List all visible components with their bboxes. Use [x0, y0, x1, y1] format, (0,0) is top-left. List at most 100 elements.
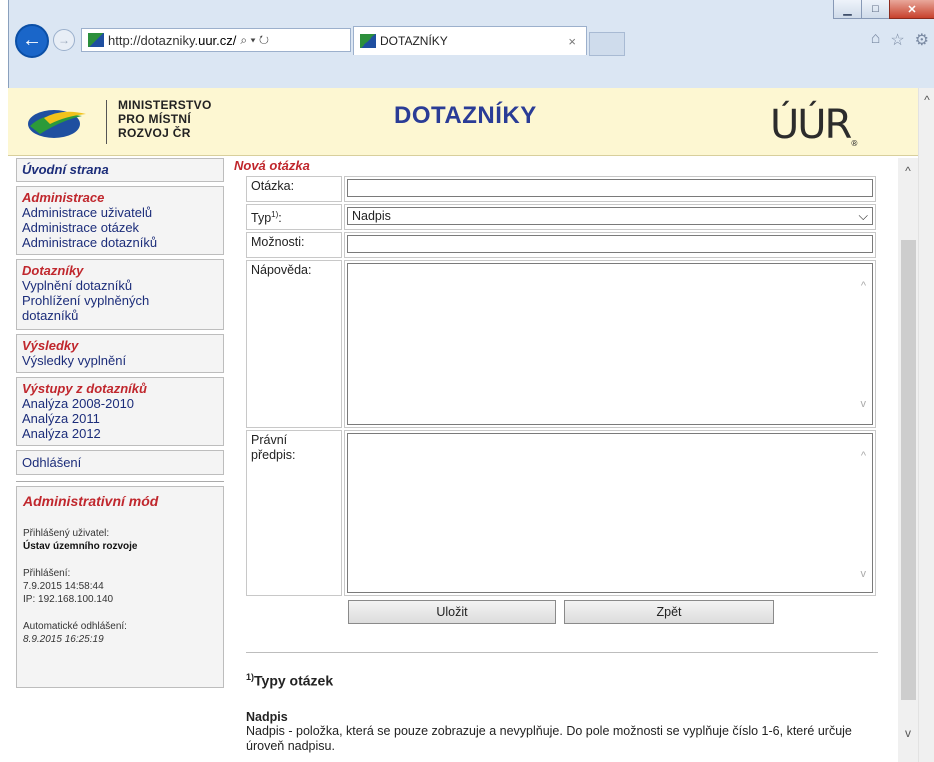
chevron-down-icon: ⌵: [858, 208, 868, 223]
scroll-up-icon[interactable]: ^: [919, 92, 934, 108]
textarea2-scroll-down-icon[interactable]: v: [861, 568, 867, 580]
forward-button[interactable]: →: [53, 29, 75, 51]
uur-logo-text: ÚÚR: [770, 102, 852, 148]
url-domain: uur.cz/: [198, 32, 237, 48]
logo-divider: [106, 100, 107, 144]
typ-selected-value: Nadpis: [352, 209, 391, 223]
address-bar[interactable]: http://dotazniky. uur.cz/ ⌕ ▾ ↻: [81, 28, 351, 52]
moznosti-input[interactable]: [347, 235, 873, 253]
auto-logout-time: 8.9.2015 16:25:19: [23, 633, 217, 646]
site-header: MINISTERSTVO PRO MÍSTNÍ ROZVOJ ČR DOTAZN…: [8, 88, 918, 156]
url-host: http://dotazniky.: [108, 32, 199, 48]
napoveda-cell: ^ v: [344, 260, 876, 428]
tab-favicon-icon: [360, 34, 376, 48]
pravni-predpis-label: Právní předpis:: [246, 430, 342, 596]
back-button[interactable]: ←: [15, 24, 49, 58]
content-scroll-up-icon[interactable]: ^: [900, 164, 916, 178]
typ-cell: Nadpis ⌵: [344, 204, 876, 230]
sidebar-section-administrace: Administrace Administrace uživatelů Admi…: [16, 186, 224, 255]
pravni-label-line-2: předpis:: [251, 448, 296, 462]
page-title: DOTAZNÍKY: [394, 102, 537, 129]
textarea-scroll-up-icon[interactable]: ^: [861, 280, 866, 292]
auto-logout-label: Automatické odhlášení:: [23, 621, 127, 632]
save-button[interactable]: Uložit: [348, 600, 556, 624]
browser-tab[interactable]: DOTAZNÍKY ×: [353, 26, 587, 55]
textarea2-scroll-up-icon[interactable]: ^: [861, 450, 866, 462]
sidebar-item-admin-questionnaires[interactable]: Administrace dotazníků: [22, 235, 218, 250]
moznosti-label: Možnosti:: [246, 232, 342, 258]
tab-label: DOTAZNÍKY: [380, 34, 448, 48]
search-icon[interactable]: ⌕: [240, 33, 247, 47]
moznosti-cell: [344, 232, 876, 258]
types-heading: 1)Typy otázek: [246, 672, 333, 689]
navigation-bar: ← → http://dotazniky. uur.cz/ ⌕ ▾ ↻ DOTAZ…: [15, 22, 929, 58]
typ-select[interactable]: Nadpis ⌵: [347, 207, 873, 225]
sidebar-item-admin-questions[interactable]: Administrace otázek: [22, 220, 218, 235]
sidebar-heading-dotazniky: Dotazníky: [22, 263, 84, 278]
sidebar-item-home[interactable]: Úvodní strana: [22, 162, 109, 177]
ministry-line-2: PRO MÍSTNÍ: [118, 112, 192, 126]
sidebar-item-analysis-2008-2010[interactable]: Analýza 2008-2010: [22, 396, 218, 411]
sidebar-item-view-filled[interactable]: Prohlížení vyplněných dotazníků: [22, 293, 172, 323]
sidebar-section-vysledky: Výsledky Výsledky vyplnění: [16, 334, 224, 373]
typ-label: Typ1):: [246, 204, 342, 230]
dropdown-icon[interactable]: ▾: [250, 33, 255, 47]
sidebar-item-results[interactable]: Výsledky vyplnění: [22, 353, 218, 368]
form-title: Nová otázka: [234, 158, 310, 173]
sidebar: Úvodní strana Administrace Administrace …: [16, 158, 224, 688]
registered-mark: ®: [850, 139, 859, 148]
sidebar-item-analysis-2011[interactable]: Analýza 2011: [22, 411, 218, 426]
favorites-star-icon[interactable]: ☆: [890, 30, 904, 50]
logged-user-value: Ústav územního rozvoje: [23, 540, 217, 553]
back-arrow-icon: ←: [22, 29, 42, 51]
window-controls: ▁ □ ✕: [833, 0, 934, 19]
forward-arrow-icon: →: [58, 33, 70, 47]
sidebar-item-admin-users[interactable]: Administrace uživatelů: [22, 205, 218, 220]
type-nadpis-name: Nadpis: [246, 710, 288, 724]
new-tab-button[interactable]: [589, 32, 625, 56]
sidebar-item-fill-questionnaires[interactable]: Vyplnění dotazníků: [22, 278, 218, 293]
pravni-predpis-textarea[interactable]: ^ v: [347, 433, 873, 593]
ministry-line-3: ROZVOJ ČR: [118, 126, 191, 140]
content-scrollbar[interactable]: ^ v: [898, 158, 918, 762]
browser-chrome: ▁ □ ✕ ← → http://dotazniky. uur.cz/ ⌕ ▾ ↻…: [8, 0, 934, 88]
otazka-input[interactable]: [347, 179, 873, 197]
ministry-line-1: MINISTERSTVO: [118, 98, 212, 112]
sidebar-heading-vysledky: Výsledky: [22, 338, 79, 353]
close-button[interactable]: ✕: [889, 0, 934, 19]
type-nadpis-description: Nadpis - položka, která se pouze zobrazu…: [246, 724, 852, 753]
ip-address: IP: 192.168.100.140: [23, 594, 114, 605]
ministry-name: MINISTERSTVO PRO MÍSTNÍ ROZVOJ ČR: [118, 98, 212, 140]
sidebar-logout-box: Odhlášení: [16, 450, 224, 475]
sidebar-divider: [16, 481, 224, 482]
textarea-scroll-down-icon[interactable]: v: [861, 398, 867, 410]
login-time: 7.9.2015 14:58:44: [23, 581, 104, 592]
settings-gear-icon[interactable]: ⚙: [915, 30, 929, 50]
sidebar-section-dotazniky: Dotazníky Vyplnění dotazníků Prohlížení …: [16, 259, 224, 330]
address-tools: ⌕ ▾ ↻: [240, 33, 269, 48]
tab-close-icon[interactable]: ×: [568, 34, 576, 49]
section-divider: [246, 652, 878, 653]
back-button[interactable]: Zpět: [564, 600, 774, 624]
maximize-button[interactable]: □: [861, 0, 890, 19]
sidebar-item-analysis-2012[interactable]: Analýza 2012: [22, 426, 218, 441]
ministry-logo-icon: [28, 110, 86, 138]
admin-mode-panel: Administrativní mód Přihlášený uživatel:…: [16, 486, 224, 688]
toolbar-icons: ⌂ ☆ ⚙: [871, 30, 929, 50]
types-title-text: Typy otázek: [254, 672, 334, 689]
uur-logo: ÚÚR®: [770, 102, 858, 148]
content-scroll-down-icon[interactable]: v: [900, 726, 916, 740]
refresh-icon[interactable]: ↻: [259, 33, 269, 47]
home-icon[interactable]: ⌂: [871, 30, 881, 50]
sidebar-heading-vystupy: Výstupy z dotazníků: [22, 381, 147, 396]
main-content: Nová otázka Otázka: Typ1): Nadpis ⌵ Možn…: [232, 158, 880, 753]
auto-logout-value: 8.9.2015 16:25:19: [23, 634, 104, 645]
scrollbar-thumb[interactable]: [901, 240, 916, 700]
sidebar-heading-administrace: Administrace: [22, 190, 105, 205]
pravni-label-line-1: Právní: [251, 433, 288, 447]
minimize-button[interactable]: ▁: [833, 0, 862, 19]
napoveda-textarea[interactable]: ^ v: [347, 263, 873, 425]
page-scrollbar[interactable]: ^: [918, 88, 934, 762]
sidebar-item-logout[interactable]: Odhlášení: [22, 455, 218, 470]
sidebar-home: Úvodní strana: [16, 158, 224, 182]
